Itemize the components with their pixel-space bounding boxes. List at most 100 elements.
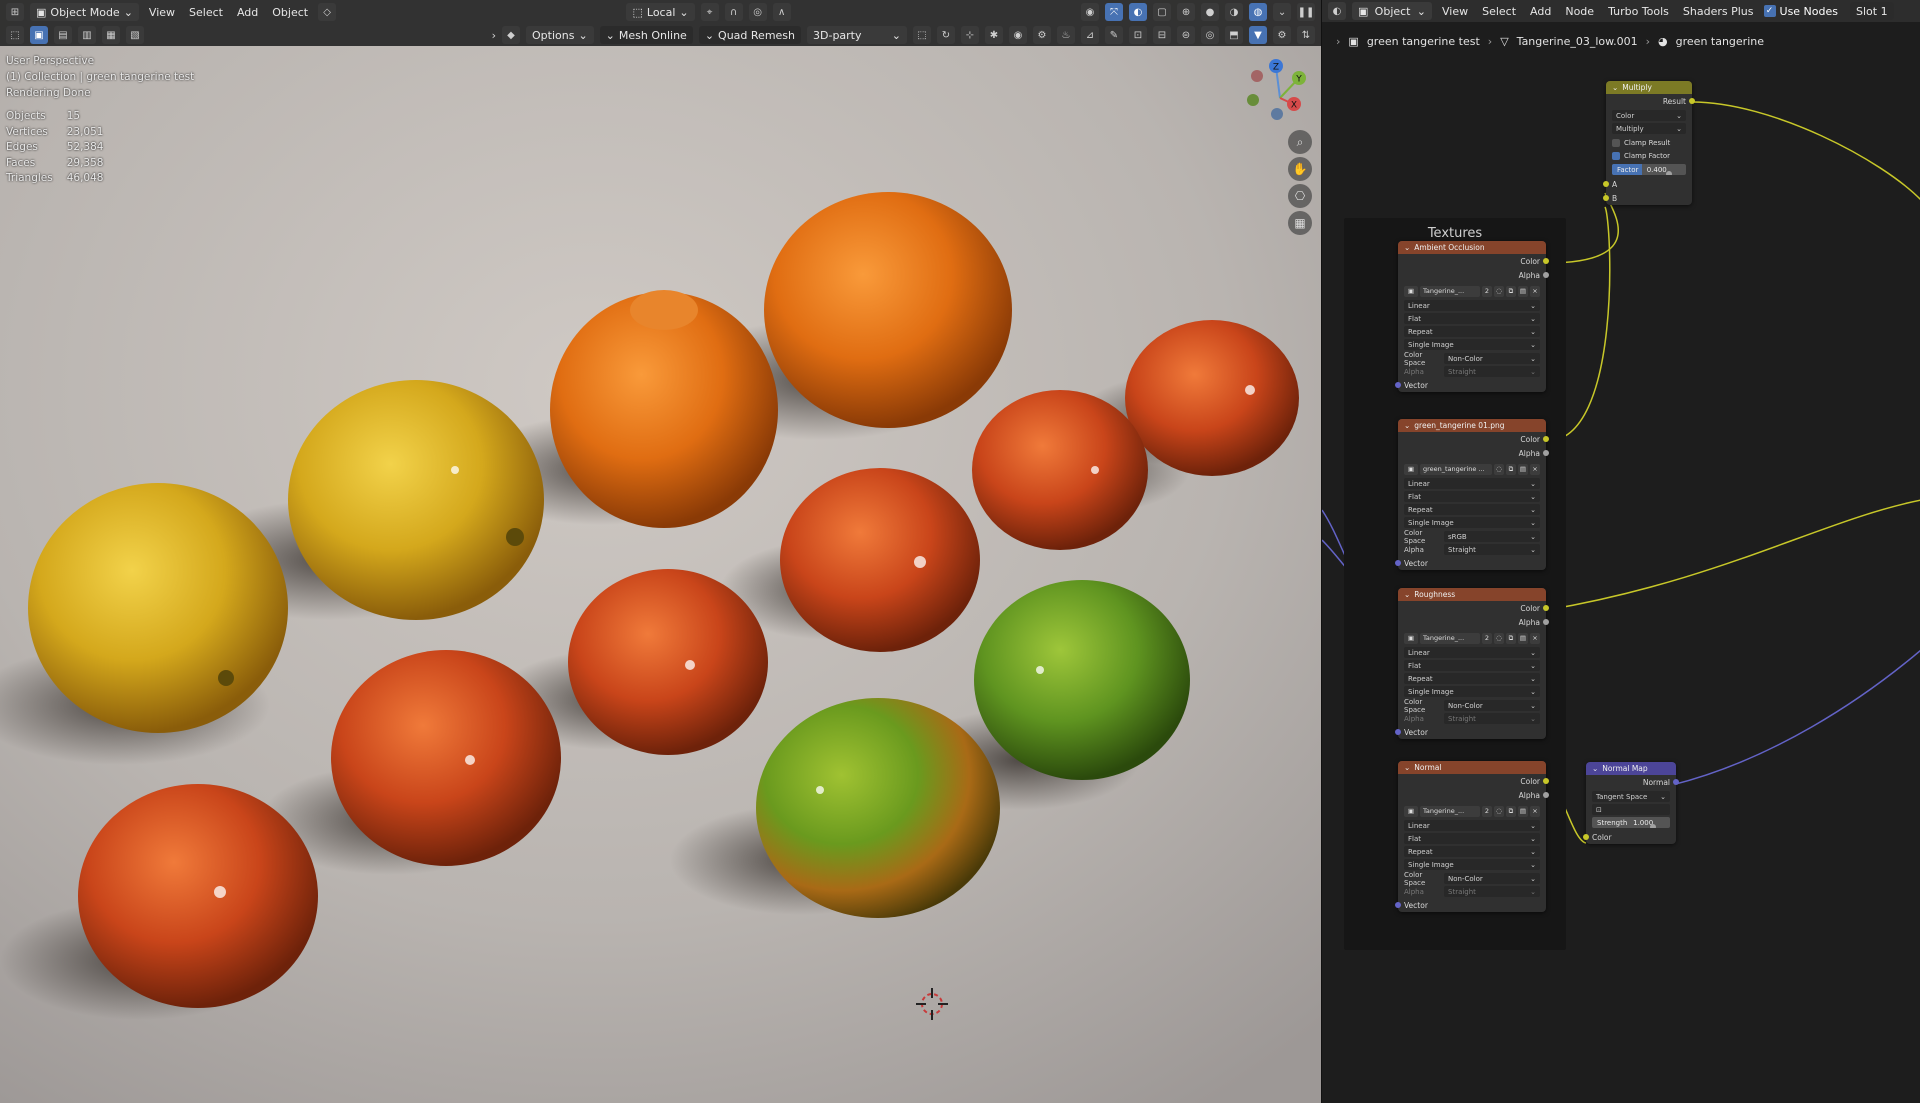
menu-add[interactable]: Add: [233, 6, 262, 19]
ortho-grid-icon[interactable]: ▦: [1288, 211, 1312, 235]
output-socket[interactable]: [1543, 792, 1549, 798]
folder-icon[interactable]: ▤: [1518, 463, 1528, 475]
image-selector[interactable]: ▣ green_tangerine ... ◌ ⧉ ▤ ×: [1404, 462, 1540, 476]
output-socket[interactable]: [1543, 258, 1549, 264]
duplicate-icon[interactable]: ⧉: [1506, 632, 1516, 644]
color-space-dropdown[interactable]: Non-Color ⌄: [1444, 353, 1540, 364]
visibility-icon[interactable]: ◉: [1081, 3, 1100, 21]
output-socket[interactable]: [1543, 272, 1549, 278]
data-type-dropdown[interactable]: Color ⌄: [1612, 110, 1686, 121]
output-socket[interactable]: [1543, 436, 1549, 442]
snap-icon[interactable]: ⌖: [700, 3, 719, 21]
proportional-edit-icon[interactable]: ◎: [748, 3, 767, 21]
clamp-result-checkbox[interactable]: Clamp Result: [1606, 136, 1692, 149]
space-dropdown[interactable]: Tangent Space ⌄: [1592, 791, 1670, 802]
menu-select[interactable]: Select: [185, 6, 227, 19]
projection-dropdown[interactable]: Flat ⌄: [1404, 833, 1540, 844]
clamp-factor-checkbox[interactable]: Clamp Factor: [1606, 149, 1692, 162]
input-socket[interactable]: [1603, 181, 1609, 187]
node-header[interactable]: ⌄ Ambient Occlusion: [1398, 241, 1546, 254]
slot-selector[interactable]: Slot 1: [1850, 2, 1894, 20]
projection-dropdown[interactable]: Flat ⌄: [1404, 491, 1540, 502]
tool-icon-7[interactable]: ♨: [1057, 26, 1075, 44]
addon-colorful-icon[interactable]: ◆: [501, 26, 520, 44]
menu-select[interactable]: Select: [1478, 5, 1520, 18]
wireframe-shading-icon[interactable]: ⊕: [1177, 3, 1196, 21]
sort-icon[interactable]: ⇅: [1297, 26, 1315, 44]
strength-slider[interactable]: Strength 1.000: [1592, 817, 1670, 828]
tool-icon-3[interactable]: ⊹: [961, 26, 979, 44]
input-socket[interactable]: [1603, 195, 1609, 201]
transform-pivot-icon[interactable]: ◇: [318, 3, 337, 21]
image-icon[interactable]: ▣: [1404, 463, 1418, 475]
settings-gear-icon[interactable]: ⚙: [1273, 26, 1291, 44]
close-icon[interactable]: ×: [1530, 463, 1540, 475]
menu-node[interactable]: Node: [1561, 5, 1598, 18]
source-dropdown[interactable]: Single Image ⌄: [1404, 339, 1540, 350]
input-socket[interactable]: [1395, 902, 1401, 908]
breadcrumb-object[interactable]: green tangerine test: [1367, 35, 1480, 48]
select-tool-icon[interactable]: ⬚: [6, 26, 24, 44]
xray-icon[interactable]: ▢: [1153, 3, 1172, 21]
input-socket[interactable]: [1395, 382, 1401, 388]
tool-icon-2[interactable]: ↻: [937, 26, 955, 44]
menu-view[interactable]: View: [145, 6, 179, 19]
interpolation-dropdown[interactable]: Linear ⌄: [1404, 820, 1540, 831]
menu-shaders-plus[interactable]: Shaders Plus: [1679, 5, 1758, 18]
editor-type-icon[interactable]: ◐: [1328, 2, 1346, 20]
multiply-node[interactable]: ⌄ Multiply Result Color ⌄ Multiply ⌄ Clamp…: [1603, 81, 1695, 205]
duplicate-icon[interactable]: ⧉: [1506, 463, 1516, 475]
image-icon[interactable]: ▣: [1404, 632, 1418, 644]
fake-user-icon[interactable]: ◌: [1494, 285, 1504, 297]
extension-dropdown[interactable]: Repeat ⌄: [1404, 504, 1540, 515]
projection-dropdown[interactable]: Flat ⌄: [1404, 660, 1540, 671]
select-intersect-icon[interactable]: ▧: [126, 26, 144, 44]
pause-icon[interactable]: ❚❚: [1297, 3, 1316, 21]
menu-turbo-tools[interactable]: Turbo Tools: [1604, 5, 1673, 18]
image-texture-node-ao[interactable]: ⌄ Ambient Occlusion Color Alpha ▣ Tangeri…: [1395, 241, 1549, 392]
image-name[interactable]: Tangerine_...: [1420, 632, 1480, 644]
select-extend-icon[interactable]: ▤: [54, 26, 72, 44]
select-new-icon[interactable]: ▣: [30, 26, 48, 44]
tool-icon-8[interactable]: ⊿: [1081, 26, 1099, 44]
extension-dropdown[interactable]: Repeat ⌄: [1404, 846, 1540, 857]
alpha-mode-dropdown[interactable]: Straight ⌄: [1444, 366, 1540, 377]
extension-dropdown[interactable]: Repeat ⌄: [1404, 326, 1540, 337]
breadcrumb-mesh[interactable]: Tangerine_03_low.001: [1517, 35, 1638, 48]
image-name[interactable]: Tangerine_...: [1420, 285, 1480, 297]
interpolation-dropdown[interactable]: Linear ⌄: [1404, 300, 1540, 311]
tool-icon-1[interactable]: ⬚: [913, 26, 931, 44]
alpha-mode-dropdown[interactable]: Straight ⌄: [1444, 544, 1540, 555]
camera-view-icon[interactable]: ⎔: [1288, 184, 1312, 208]
tool-icon-11[interactable]: ⊟: [1153, 26, 1171, 44]
fake-user-icon[interactable]: ◌: [1494, 463, 1504, 475]
menu-add[interactable]: Add: [1526, 5, 1555, 18]
output-socket[interactable]: [1689, 98, 1695, 104]
folder-icon[interactable]: ▤: [1518, 285, 1528, 297]
image-icon[interactable]: ▣: [1404, 285, 1418, 297]
extension-dropdown[interactable]: Repeat ⌄: [1404, 673, 1540, 684]
tool-icon-5[interactable]: ◉: [1009, 26, 1027, 44]
node-header[interactable]: ⌄ Multiply: [1606, 81, 1692, 94]
input-socket[interactable]: [1649, 823, 1656, 828]
use-nodes-toggle[interactable]: ✓ Use Nodes: [1763, 5, 1838, 18]
interpolation-dropdown[interactable]: Linear ⌄: [1404, 647, 1540, 658]
3d-viewport[interactable]: ⊞ ▣ Object Mode ⌄ View Select Add Object…: [0, 0, 1321, 1103]
folder-icon[interactable]: ▤: [1518, 805, 1528, 817]
input-socket[interactable]: [1395, 560, 1401, 566]
chevron-right-icon[interactable]: ›: [492, 29, 496, 42]
interpolation-dropdown[interactable]: Linear ⌄: [1404, 478, 1540, 489]
tool-icon-6[interactable]: ⚙: [1033, 26, 1051, 44]
output-socket[interactable]: [1543, 778, 1549, 784]
output-socket[interactable]: [1543, 450, 1549, 456]
select-subtract-icon[interactable]: ▥: [78, 26, 96, 44]
magnet-icon[interactable]: ∩: [724, 3, 743, 21]
gizmo-toggle-icon[interactable]: ⤧: [1105, 3, 1124, 21]
source-dropdown[interactable]: Single Image ⌄: [1404, 859, 1540, 870]
orientation-selector[interactable]: ⬚ Local ⌄: [626, 3, 695, 21]
object-type-selector[interactable]: ▣ Object ⌄: [1352, 2, 1432, 20]
navigation-gizmo[interactable]: Z Y X: [1240, 54, 1320, 134]
solid-shading-icon[interactable]: ●: [1201, 3, 1220, 21]
image-icon[interactable]: ▣: [1404, 805, 1418, 817]
falloff-icon[interactable]: ∧: [772, 3, 791, 21]
